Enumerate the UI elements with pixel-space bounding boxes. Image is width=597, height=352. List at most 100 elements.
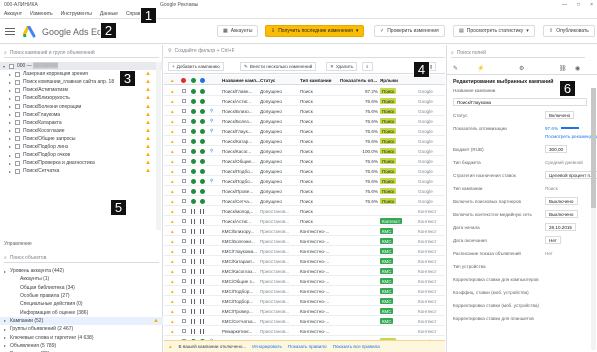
checkbox[interactable] (15, 79, 20, 85)
tree-scrollbar[interactable] (156, 62, 161, 230)
table-row[interactable]: ▲ КМС/Болезни... Приостанов... Контекстно-.… (164, 236, 445, 247)
row-checkbox[interactable] (182, 206, 186, 216)
checkbox[interactable] (15, 71, 20, 77)
row-checkbox[interactable] (182, 236, 186, 246)
management-item[interactable]: Специальные действия (0) (0, 300, 163, 308)
link-icon[interactable]: ⛓ (559, 65, 567, 72)
management-item[interactable]: ▸ Группы объявлений (2 467) (0, 325, 163, 333)
row-checkbox[interactable] (182, 286, 186, 296)
row-checkbox[interactable] (182, 306, 186, 316)
row-checkbox[interactable] (182, 226, 186, 236)
edit-icon[interactable]: ✎ (453, 65, 458, 72)
tree-item[interactable]: ▸ Поиск/Общие запросы ▲ (0, 135, 163, 143)
tree-item[interactable]: ▸ Поиск/Подбор очков ▲ (0, 151, 163, 159)
tree-item[interactable]: ▸ Поиск/Косоглазие ▲ (0, 127, 163, 135)
table-row[interactable]: ▲ Поиск/Прове... Допущено Поиск 76.6% Поиск Go… (164, 186, 445, 197)
row-checkbox[interactable] (182, 86, 186, 96)
settings-icon[interactable]: ⚙ (519, 65, 524, 72)
checkbox[interactable] (15, 87, 20, 93)
field-value[interactable]: 28.10.2015 (545, 223, 576, 231)
row-checkbox[interactable] (182, 156, 186, 166)
table-row[interactable]: ▲ ⚲ Поиск/Подбо... Допущено Поиск 76.6% Поиск G… (164, 176, 445, 187)
table-row[interactable]: ▲ ⚲ Поиск/Близо... Допущено Поиск 76.6% Поиск G… (164, 106, 445, 117)
campaign-name-input[interactable]: Поиск/Глаукома (453, 98, 587, 106)
row-checkbox[interactable] (182, 116, 186, 126)
tree-item[interactable]: ▸ Лазерная коррекция зрения ▲ (0, 70, 163, 78)
bulk-changes-button[interactable]: ✎ Внести несколько изменений (240, 62, 317, 71)
management-item[interactable]: Общая библиотека (34) (0, 284, 163, 292)
column-header[interactable]: Ярлыки (380, 75, 398, 85)
maximize-icon[interactable]: □ (577, 2, 580, 8)
table-row[interactable]: ▲ Поиск/Главн... Допущено Поиск 97.2% Поиск Go… (164, 86, 445, 97)
row-checkbox[interactable] (182, 96, 186, 106)
view-stats-button[interactable]: ▤ Просмотреть статистику ▾ (453, 25, 535, 37)
column-header[interactable]: Статус (260, 75, 275, 85)
field-value[interactable]: Средний дневной (545, 158, 583, 166)
menu-tools[interactable]: Инструменты (61, 11, 92, 17)
table-row[interactable]: ▲ КМС/Касоглаз... Приостанов... Контекстно-… (164, 266, 445, 277)
row-checkbox[interactable] (182, 296, 186, 306)
field-search-input[interactable]: ⌕ Поиск полей (451, 48, 585, 58)
row-checkbox[interactable] (182, 126, 186, 136)
checkbox[interactable] (15, 160, 20, 166)
management-item[interactable]: ▸ Кампании (52) ▲ (0, 316, 163, 326)
view-recommendations-link[interactable]: Посмотреть рекомендации (545, 132, 597, 140)
menu-account[interactable]: Аккаунт (4, 11, 22, 17)
publish-button[interactable]: ⇧ Опубликовать (543, 25, 595, 37)
row-checkbox[interactable] (182, 136, 186, 146)
row-checkbox[interactable] (182, 316, 186, 326)
menu-edit[interactable]: Изменить (30, 11, 53, 17)
management-item[interactable]: ▸ Объявления (5 789) (0, 342, 163, 350)
checkbox[interactable] (15, 120, 20, 126)
checkbox[interactable] (15, 136, 20, 142)
table-row[interactable]: ▲ КМС/Близору... Приостанов... Контекстно-.… (164, 226, 445, 237)
show-rule-link[interactable]: Показать правило (288, 344, 327, 349)
hamburger-menu-icon[interactable] (5, 27, 15, 36)
row-checkbox[interactable] (182, 106, 186, 116)
field-value[interactable]: Нет (545, 249, 553, 257)
tree-item[interactable]: ▸ Поиск/Проверка и диагностика ▲ (0, 159, 163, 167)
tree-item[interactable]: ▸ Поиск/Катаракта ▲ (0, 119, 163, 127)
table-row[interactable]: ▲ КМС/Сетчатка... Приостанов... Контекстно-… (164, 316, 445, 327)
row-checkbox[interactable] (182, 176, 186, 186)
row-checkbox[interactable] (182, 196, 186, 206)
table-row[interactable]: ▲ Поиск/Общие... Допущено Поиск 76.6% Поиск Go… (164, 156, 445, 167)
checkbox[interactable] (15, 168, 20, 174)
row-checkbox[interactable] (182, 146, 186, 156)
field-value[interactable]: 300,00 (545, 145, 568, 153)
management-item[interactable]: Особые правила (27) (0, 292, 163, 300)
table-row[interactable]: ▲ ⚲ Поиск/Глаук... Допущено Поиск 76.6% Поиск G… (164, 126, 445, 137)
delete-button[interactable]: ✕ Удалить (326, 62, 358, 71)
checkbox[interactable] (15, 128, 20, 134)
tree-item[interactable]: ▸ Поиск/Подбор линз ▲ (0, 143, 163, 151)
management-item[interactable]: ▸ Ключевые слова и таргетинг (4 638) (0, 333, 163, 341)
tree-item[interactable]: ▸ Поиск/Болезни операции ▲ (0, 102, 163, 110)
row-checkbox[interactable] (182, 256, 186, 266)
table-row[interactable]: ▲ КМС/Подбор... Приостанов... Контекстно-..… (164, 296, 445, 307)
table-row[interactable]: ▲ ⚲ Поиск/Болез... Допущено Поиск 76.6% Поиск G… (164, 116, 445, 127)
table-row[interactable]: ▲ КМС/Провер... Приостанов... Контекстно-..… (164, 306, 445, 317)
table-row[interactable]: ▲ Поиск/Подбо... Допущено Поиск 76.6% Поиск Go… (164, 166, 445, 177)
table-row[interactable]: ▲ Поиск/Астиг... Приостанов... Поиск Контекс… (164, 216, 445, 227)
table-row[interactable]: ▲ Поиск/Сетча... Допущено Поиск 76.6% Поиск Go… (164, 196, 445, 207)
get-changes-button[interactable]: ⇩ Получить последние изменения ▾ (265, 25, 365, 37)
field-value[interactable]: Включено (545, 111, 575, 119)
field-value[interactable]: Поиск (545, 184, 558, 192)
table-row[interactable]: ▲ Ремаркетинг... Приостанов... Контекстно-.… (164, 326, 445, 337)
eye-icon[interactable]: ◉ (575, 65, 580, 72)
column-header[interactable]: Тип кампании (300, 75, 332, 85)
row-checkbox[interactable] (182, 246, 186, 256)
table-row[interactable]: ▲ Поиск/Катар... Допущено Поиск 76.6% Поиск Go… (164, 136, 445, 147)
management-item[interactable]: Информация об оценке (386) (0, 308, 163, 316)
column-header[interactable]: Показатель оп... (340, 75, 377, 85)
row-checkbox[interactable] (182, 216, 186, 226)
checkbox[interactable] (15, 152, 20, 158)
management-item[interactable]: Аккаунты (1) (0, 275, 163, 283)
menu-data[interactable]: Данные (100, 11, 118, 17)
add-campaign-button[interactable]: + Добавить кампанию (168, 62, 224, 71)
management-item[interactable]: ▸ Уровень аккаунта (442) (0, 267, 163, 275)
filter-input[interactable]: ⚲ Создайте фильтр + Ctrl+F (164, 45, 445, 58)
table-row[interactable]: ▲ Поиск/Астиг... Допущено Поиск 76.6% Поиск Go… (164, 96, 445, 107)
checkbox[interactable] (15, 104, 20, 110)
row-checkbox[interactable] (182, 266, 186, 276)
